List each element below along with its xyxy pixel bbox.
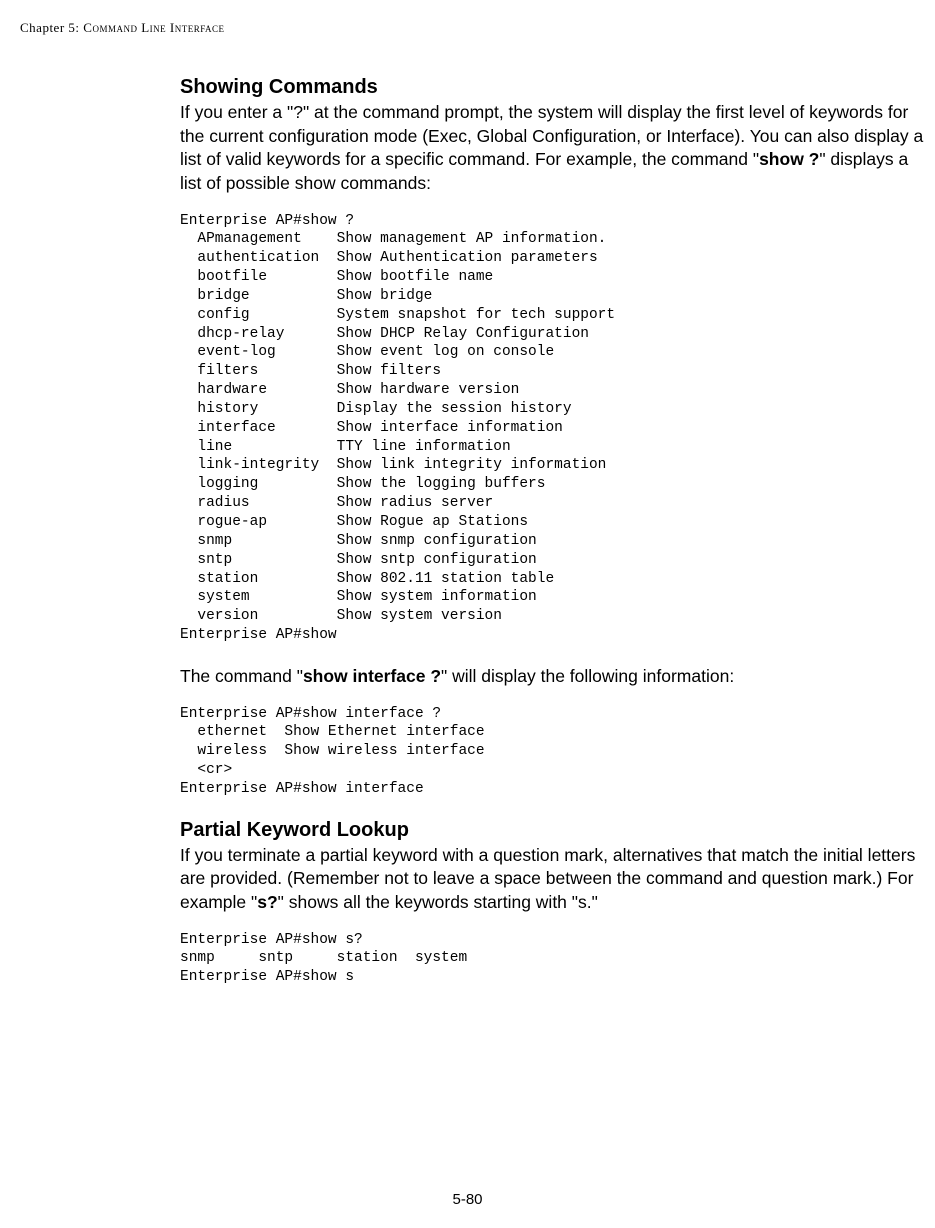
section-heading-partial-lookup: Partial Keyword Lookup bbox=[180, 819, 930, 842]
para2-prefix: The command " bbox=[180, 666, 303, 686]
section-heading-showing-commands: Showing Commands bbox=[180, 76, 930, 99]
code-block-partial-lookup: Enterprise AP#show s? snmp sntp station … bbox=[180, 931, 930, 988]
para2-suffix: " will display the following information… bbox=[441, 666, 734, 686]
s-question-bold: s? bbox=[257, 892, 277, 912]
page-number: 5-80 bbox=[0, 1191, 935, 1208]
chapter-number: 5: bbox=[68, 20, 79, 35]
code-block-show-commands: Enterprise AP#show ? APmanagement Show m… bbox=[180, 212, 930, 645]
page-header: Chapter 5: Command Line Interface bbox=[0, 20, 935, 36]
show-interface-bold: show interface ? bbox=[303, 666, 441, 686]
chapter-label: Chapter bbox=[20, 20, 65, 35]
show-command-bold: show ? bbox=[759, 149, 819, 169]
showing-commands-description: If you enter a "?" at the command prompt… bbox=[180, 101, 930, 196]
show-interface-description: The command "show interface ?" will disp… bbox=[180, 665, 930, 689]
chapter-title: Command Line Interface bbox=[83, 20, 224, 35]
code-block-show-interface: Enterprise AP#show interface ? ethernet … bbox=[180, 705, 930, 799]
partial-para-suffix: " shows all the keywords starting with "… bbox=[278, 892, 598, 912]
partial-lookup-description: If you terminate a partial keyword with … bbox=[180, 844, 930, 915]
main-content: Showing Commands If you enter a "?" at t… bbox=[0, 76, 935, 987]
